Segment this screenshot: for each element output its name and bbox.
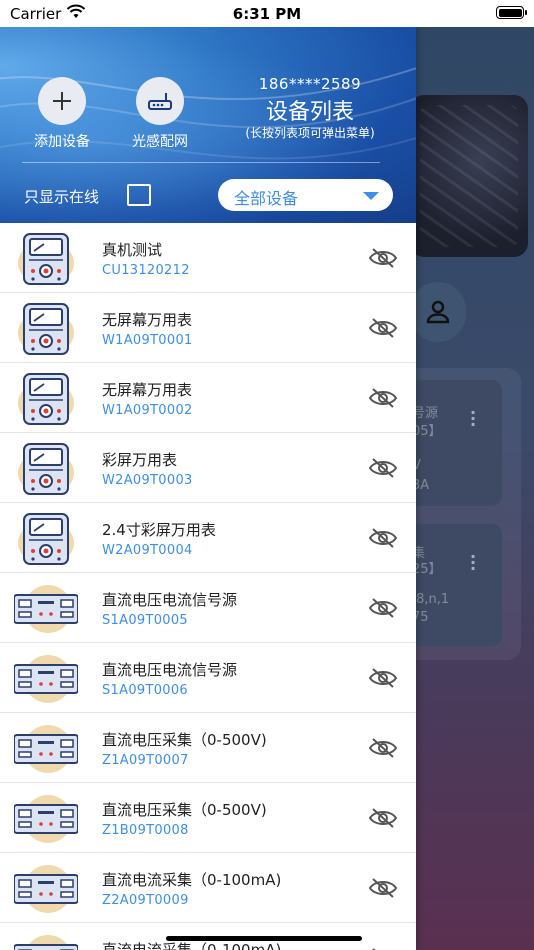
light-network-label: 光感配网 — [132, 134, 188, 150]
signal-source-icon — [13, 931, 79, 950]
chevron-down-icon — [363, 192, 379, 200]
multimeter-icon — [14, 511, 78, 567]
battery-icon — [496, 6, 527, 19]
router-icon — [136, 77, 184, 125]
device-name: 真机测试 — [102, 241, 163, 259]
offline-eye-slash-icon — [368, 317, 398, 339]
device-name: 直流电压采集（0-500V) — [102, 731, 267, 749]
user-icon[interactable] — [410, 282, 466, 342]
header-divider — [22, 162, 380, 163]
device-name: 直流电压电流信号源 — [102, 591, 238, 609]
device-filter-select[interactable]: 全部设备 — [218, 179, 393, 211]
bg-text: 25】 — [412, 562, 442, 577]
device-list-item[interactable]: 直流电压采集（0-500V) Z1A09T0007 — [0, 713, 416, 783]
device-code: W2A09T0004 — [102, 543, 193, 558]
bg-text: 05】 — [412, 424, 442, 439]
device-code: W1A09T0001 — [102, 333, 193, 348]
signal-source-icon — [13, 861, 79, 917]
multimeter-icon — [14, 371, 78, 427]
offline-eye-slash-icon — [368, 247, 398, 269]
offline-eye-slash-icon — [368, 877, 398, 899]
device-name: 直流电流采集（0-100mA) — [102, 871, 282, 889]
device-code: Z2A09T0009 — [102, 893, 189, 908]
device-name: 直流电压电流信号源 — [102, 661, 238, 679]
device-list-item[interactable]: 直流电压电流信号源 S1A09T0006 — [0, 643, 416, 713]
device-code: Z1A09T0007 — [102, 753, 189, 768]
signal-source-icon — [13, 651, 79, 707]
device-code: S1A09T0006 — [102, 683, 188, 698]
bg-text: ,8,n,1 — [412, 592, 450, 607]
offline-eye-slash-icon — [368, 807, 398, 829]
device-filter-value: 全部设备 — [234, 189, 299, 208]
plus-icon — [38, 77, 86, 125]
device-list-item[interactable]: 无屏幕万用表 W1A09T0001 — [0, 293, 416, 363]
device-name: 直流电压采集（0-500V) — [102, 801, 267, 819]
device-list-item[interactable]: 彩屏万用表 W2A09T0003 — [0, 433, 416, 503]
signal-source-icon — [13, 581, 79, 637]
device-list-item[interactable]: 真机测试 CU13120212 — [0, 223, 416, 293]
offline-eye-slash-icon — [368, 527, 398, 549]
device-list: 真机测试 CU13120212 无屏幕万用表 W1A09T0001 无屏幕万用表… — [0, 223, 416, 950]
online-only-label: 只显示在线 — [24, 188, 100, 206]
drawer-header: 添加设备 光感配网 186****2589 设备列表 (长按列表项可弹出菜单) … — [0, 27, 416, 223]
device-list-item[interactable]: 无屏幕万用表 W1A09T0002 — [0, 363, 416, 433]
offline-eye-slash-icon — [368, 457, 398, 479]
device-name: 无屏幕万用表 — [102, 381, 193, 399]
page-title: 设备列表 — [265, 100, 354, 125]
device-name: 无屏幕万用表 — [102, 311, 193, 329]
device-code: CU13120212 — [102, 263, 190, 278]
offline-eye-slash-icon — [368, 597, 398, 619]
multimeter-icon — [14, 441, 78, 497]
signal-source-icon — [13, 721, 79, 777]
device-code: W2A09T0003 — [102, 473, 193, 488]
signal-source-icon — [13, 791, 79, 847]
device-list-item[interactable]: 直流电流采集（0-100mA) Z2A09T0009 — [0, 853, 416, 923]
background-device-card-1: 号源 05】 V 3A · · · — [410, 380, 502, 506]
device-drawer: 添加设备 光感配网 186****2589 设备列表 (长按列表项可弹出菜单) … — [0, 27, 416, 950]
account-phone: 186****2589 — [258, 75, 362, 93]
light-network-button[interactable]: 光感配网 — [120, 77, 200, 151]
device-list-item[interactable]: 2.4寸彩屏万用表 W2A09T0004 — [0, 503, 416, 573]
device-code: S1A09T0005 — [102, 613, 188, 628]
multimeter-icon — [14, 231, 78, 287]
background-banner-image — [410, 95, 528, 257]
home-indicator — [166, 936, 362, 941]
add-device-label: 添加设备 — [34, 134, 90, 150]
clock: 6:31 PM — [232, 5, 302, 23]
more-vertical-icon[interactable]: · · · — [470, 549, 476, 577]
offline-eye-slash-icon — [368, 667, 398, 689]
device-name: 彩屏万用表 — [102, 451, 178, 469]
person-icon — [426, 300, 450, 324]
page-subtitle: (长按列表项可弹出菜单) — [245, 126, 375, 140]
status-bar: Carrier 6:31 PM — [0, 0, 534, 27]
device-code: Z1B09T0008 — [102, 823, 189, 838]
device-list-item[interactable]: 直流电压电流信号源 S1A09T0005 — [0, 573, 416, 643]
offline-eye-slash-icon — [368, 737, 398, 759]
device-code: W1A09T0002 — [102, 403, 193, 418]
background-device-card-2: 集 25】 ,8,n,1 75 · · · — [410, 524, 502, 646]
multimeter-icon — [14, 301, 78, 357]
offline-eye-slash-icon — [368, 387, 398, 409]
online-only-checkbox[interactable] — [127, 184, 151, 206]
device-name: 2.4寸彩屏万用表 — [102, 521, 216, 539]
device-list-item[interactable]: 直流电压采集（0-500V) Z1B09T0008 — [0, 783, 416, 853]
more-vertical-icon[interactable]: · · · — [470, 405, 476, 433]
add-device-button[interactable]: 添加设备 — [22, 77, 102, 151]
